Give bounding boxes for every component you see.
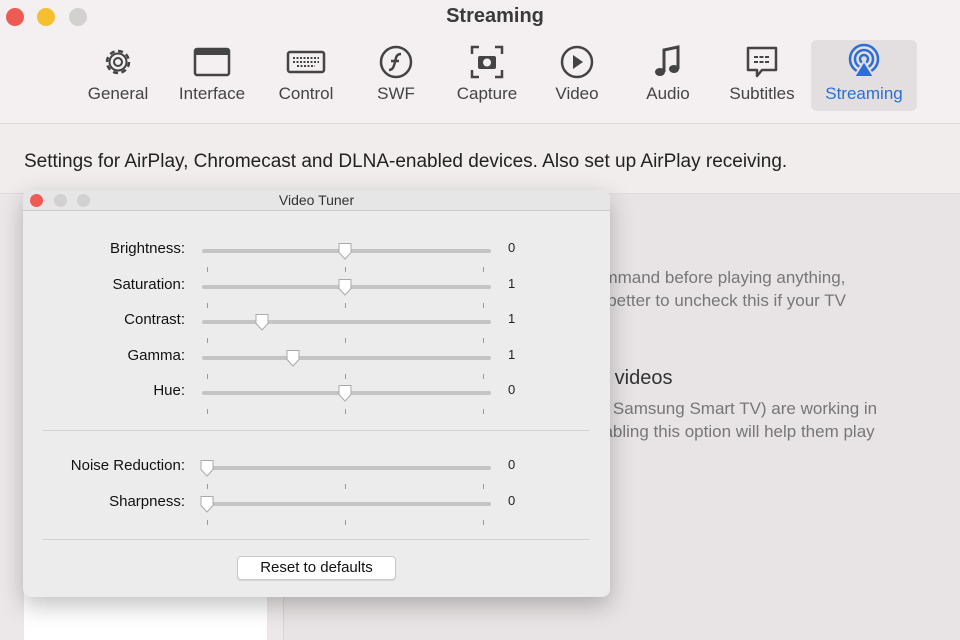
option-text: nabling this option will help them play bbox=[594, 422, 875, 441]
tab-label: Streaming bbox=[825, 84, 903, 103]
camera-icon bbox=[469, 40, 505, 84]
saturation-slider-thumb[interactable] bbox=[338, 278, 352, 296]
keyboard-icon bbox=[286, 40, 326, 84]
tick-mark bbox=[207, 267, 208, 272]
noise-reduction-value: 0 bbox=[508, 457, 516, 472]
tick-mark bbox=[345, 520, 346, 525]
slider-row: Gamma: 1 bbox=[23, 347, 610, 379]
tick-mark bbox=[207, 303, 208, 308]
tab-label: Subtitles bbox=[729, 84, 795, 103]
airplay-icon bbox=[846, 40, 882, 84]
tab-audio[interactable]: Audio bbox=[640, 40, 696, 111]
noise-reduction-slider-thumb[interactable] bbox=[200, 459, 214, 477]
option-text: ommand before playing anything, bbox=[594, 268, 846, 287]
tab-interface[interactable]: Interface bbox=[172, 40, 252, 111]
tab-subtitles[interactable]: Subtitles bbox=[722, 40, 802, 111]
sharpness-label: Sharpness: bbox=[109, 493, 185, 510]
tick-mark bbox=[483, 338, 484, 343]
preferences-toolbar: Streaming General Interface Control SWF … bbox=[0, 0, 960, 124]
saturation-slider[interactable] bbox=[202, 279, 491, 308]
slider-row: Contrast: 1 bbox=[23, 311, 610, 343]
tab-swf[interactable]: SWF bbox=[368, 40, 424, 111]
tab-label: General bbox=[87, 84, 149, 103]
tick-mark bbox=[483, 303, 484, 308]
tick-mark bbox=[345, 267, 346, 272]
tab-label: Audio bbox=[646, 84, 690, 103]
slider-row: Noise Reduction: 0 bbox=[23, 457, 610, 489]
option-text: s better to uncheck this if your TV bbox=[594, 291, 846, 310]
gamma-slider-thumb[interactable] bbox=[286, 349, 300, 367]
tab-general[interactable]: General bbox=[84, 40, 152, 111]
tick-mark bbox=[483, 374, 484, 379]
tick-mark bbox=[207, 520, 208, 525]
sharpness-slider-thumb[interactable] bbox=[200, 495, 214, 513]
tick-mark bbox=[483, 520, 484, 525]
noise-reduction-slider[interactable] bbox=[200, 460, 491, 489]
hue-label: Hue: bbox=[153, 382, 185, 399]
slider-row: Brightness: 0 bbox=[23, 240, 610, 272]
zoom-button[interactable] bbox=[77, 194, 90, 207]
gamma-value: 1 bbox=[508, 347, 516, 362]
tab-label: Video bbox=[555, 84, 599, 103]
noise-reduction-label: Noise Reduction: bbox=[70, 457, 185, 474]
tab-capture[interactable]: Capture bbox=[450, 40, 524, 111]
video-tuner-title: Video Tuner bbox=[278, 192, 355, 208]
tab-control[interactable]: Control bbox=[272, 40, 340, 111]
slider-row: Sharpness: 0 bbox=[23, 493, 610, 525]
tab-label: Control bbox=[278, 84, 334, 103]
tick-mark bbox=[345, 409, 346, 414]
tick-mark bbox=[345, 338, 346, 343]
close-button[interactable] bbox=[30, 194, 43, 207]
slider-row: Saturation: 1 bbox=[23, 276, 610, 308]
sharpness-slider[interactable] bbox=[200, 496, 491, 525]
tick-mark bbox=[345, 484, 346, 489]
tab-label: SWF bbox=[377, 84, 415, 103]
saturation-value: 1 bbox=[508, 276, 516, 291]
slider-row: Hue: 0 bbox=[23, 382, 610, 414]
tick-mark bbox=[483, 409, 484, 414]
play-icon bbox=[559, 40, 595, 84]
brightness-label: Brightness: bbox=[109, 240, 185, 257]
tick-mark bbox=[345, 303, 346, 308]
speech-bubble-icon bbox=[744, 40, 780, 84]
hue-value: 0 bbox=[508, 382, 516, 397]
tick-mark bbox=[207, 338, 208, 343]
gear-icon bbox=[100, 40, 136, 84]
tick-mark bbox=[207, 484, 208, 489]
tab-label: Interface bbox=[178, 84, 246, 103]
saturation-label: Saturation: bbox=[112, 276, 185, 293]
divider bbox=[43, 430, 589, 431]
contrast-value: 1 bbox=[508, 311, 516, 326]
flash-icon bbox=[378, 40, 414, 84]
contrast-label: Contrast: bbox=[124, 311, 185, 328]
tab-label: Capture bbox=[456, 84, 518, 103]
window-icon bbox=[193, 40, 231, 84]
music-note-icon bbox=[653, 40, 683, 84]
contrast-slider-thumb[interactable] bbox=[255, 313, 269, 331]
gamma-label: Gamma: bbox=[127, 347, 185, 364]
reset-to-defaults-button[interactable]: Reset to defaults bbox=[237, 556, 396, 580]
hue-slider[interactable] bbox=[202, 385, 491, 414]
tick-mark bbox=[483, 267, 484, 272]
tab-streaming[interactable]: Streaming bbox=[811, 40, 917, 111]
video-tuner-titlebar[interactable]: Video Tuner bbox=[23, 190, 610, 211]
tick-mark bbox=[207, 409, 208, 414]
hue-slider-thumb[interactable] bbox=[338, 384, 352, 402]
video-tuner-window: Video Tuner Brightness: 0 Saturation: 1 Co… bbox=[23, 190, 610, 597]
contrast-slider[interactable] bbox=[202, 314, 491, 343]
tab-video[interactable]: Video bbox=[548, 40, 606, 111]
tick-mark bbox=[207, 374, 208, 379]
brightness-value: 0 bbox=[508, 240, 516, 255]
tick-mark bbox=[345, 374, 346, 379]
sharpness-value: 0 bbox=[508, 493, 516, 508]
brightness-slider[interactable] bbox=[202, 243, 491, 272]
tick-mark bbox=[483, 484, 484, 489]
description: Settings for AirPlay, Chromecast and DLN… bbox=[0, 124, 960, 194]
option-text: g. Samsung Smart TV) are working in bbox=[594, 399, 878, 418]
minimize-button[interactable] bbox=[54, 194, 67, 207]
brightness-slider-thumb[interactable] bbox=[338, 242, 352, 260]
gamma-slider[interactable] bbox=[202, 350, 491, 379]
divider bbox=[43, 539, 589, 540]
window-title: Streaming bbox=[446, 5, 544, 27]
